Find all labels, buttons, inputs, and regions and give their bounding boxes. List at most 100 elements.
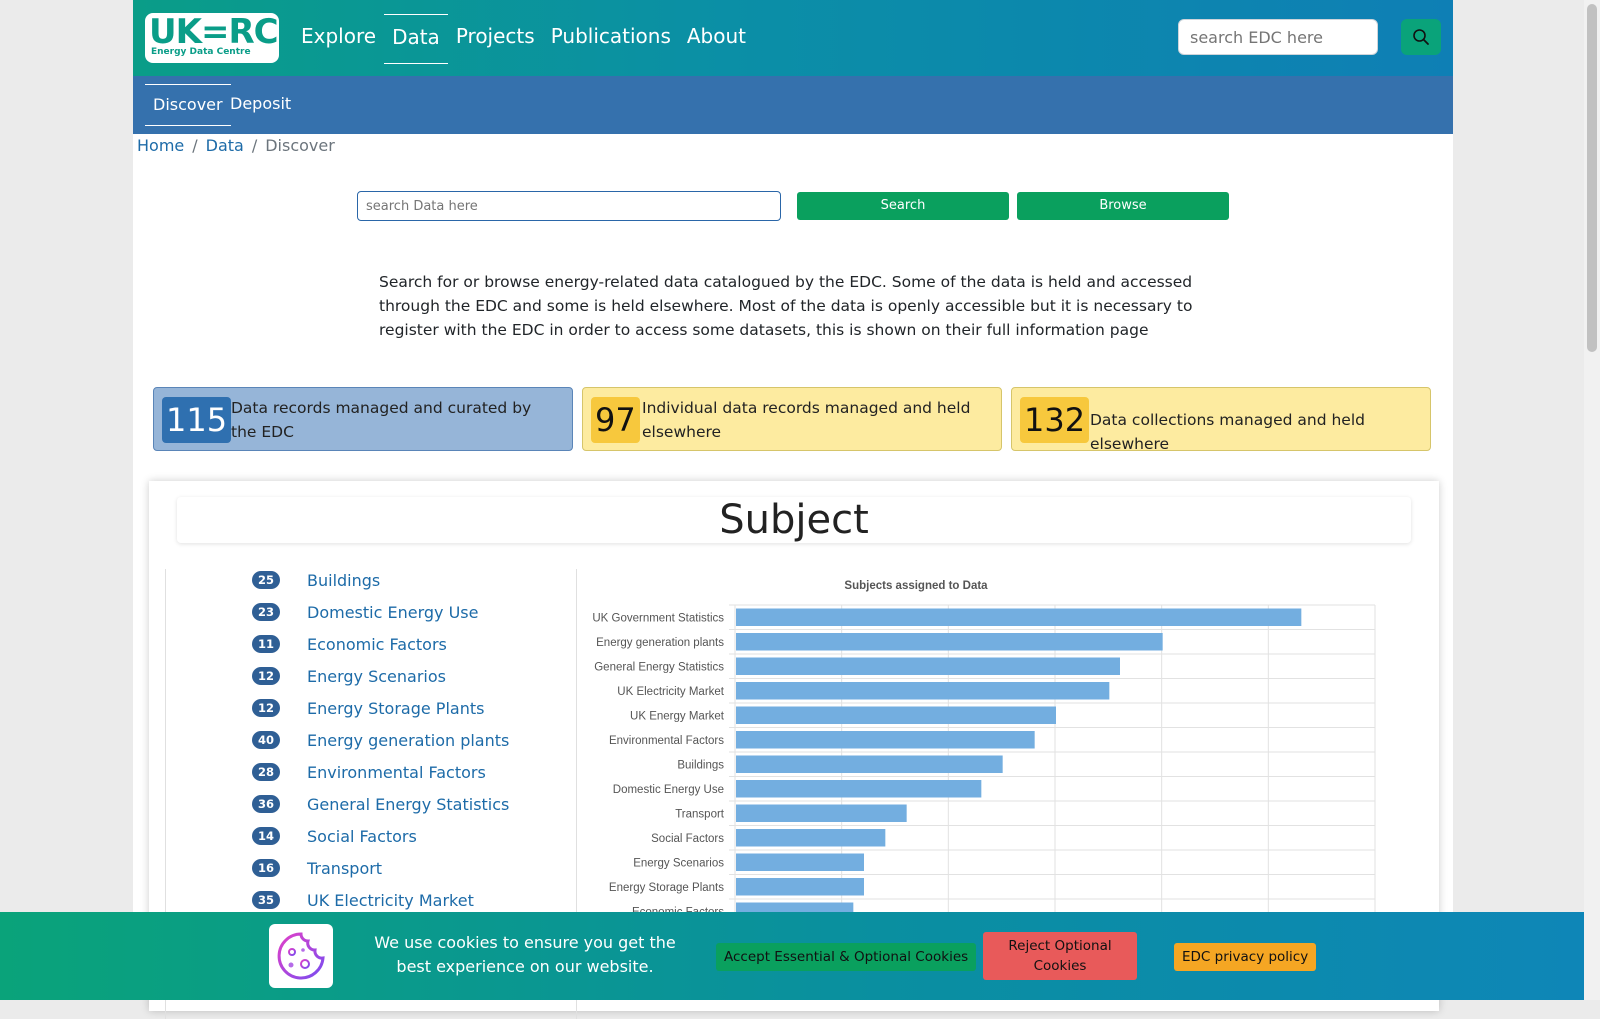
logo-text: UK=RC [149, 12, 279, 52]
main-nav: Explore Data Projects Publications About [293, 14, 754, 64]
nav-about[interactable]: About [679, 14, 754, 62]
logo-subtitle: Energy Data Centre [151, 47, 251, 57]
accept-cookies-button[interactable]: Accept Essential & Optional Cookies [716, 943, 977, 971]
breadcrumb-separator: / [251, 136, 258, 155]
subject-count-badge: 36 [252, 795, 280, 813]
subject-count-badge: 25 [252, 571, 280, 589]
subject-link[interactable]: Energy Scenarios [307, 667, 446, 686]
chart-bar[interactable] [736, 755, 1003, 774]
browse-button[interactable]: Browse [1017, 192, 1229, 220]
intro-text: Search for or browse energy-related data… [379, 273, 1193, 339]
stat-label: Data collections managed and held elsewh… [1090, 411, 1365, 453]
subnav-deposit[interactable]: Deposit [222, 84, 299, 124]
page-scrollbar[interactable] [1584, 0, 1600, 1000]
chart-category-label: Energy Scenarios [633, 857, 724, 869]
subject-link[interactable]: Environmental Factors [307, 763, 486, 782]
chart-title: Subjects assigned to Data [844, 580, 988, 592]
page: UK=RC Energy Data Centre Explore Data Pr… [133, 0, 1453, 1019]
stat-label: Individual data records managed and held… [642, 399, 971, 441]
site-search-input[interactable] [1178, 19, 1378, 55]
top-navbar: UK=RC Energy Data Centre Explore Data Pr… [133, 0, 1453, 76]
stat-card-external-records[interactable]: 97 Individual data records managed and h… [582, 387, 1002, 451]
subject-link[interactable]: Transport [307, 859, 382, 878]
chart-category-label: Environmental Factors [609, 735, 724, 747]
chart-bar[interactable] [736, 780, 982, 798]
search-icon [1413, 29, 1429, 45]
subject-list-item: 35 UK Electricity Market [166, 889, 576, 911]
cookie-icon [269, 924, 333, 988]
search-button[interactable]: Search [797, 192, 1009, 220]
cookie-graphic [277, 932, 325, 980]
subject-title: Subject [177, 497, 1411, 543]
subject-list-item: 16 Transport [166, 857, 576, 879]
breadcrumb: Home / Data / Discover [137, 136, 335, 155]
chart-category-label: Energy generation plants [596, 637, 724, 649]
chart-bar[interactable] [736, 633, 1163, 651]
chart-bar[interactable] [736, 853, 864, 872]
subject-list-item: 11 Economic Factors [166, 633, 576, 655]
subject-count-badge: 16 [252, 859, 280, 877]
chart-bar[interactable] [736, 878, 864, 896]
nav-data[interactable]: Data [384, 14, 448, 64]
subject-link[interactable]: Energy generation plants [307, 731, 509, 750]
chart-bar[interactable] [736, 682, 1110, 700]
chart-bar[interactable] [736, 804, 907, 823]
stat-count: 132 [1020, 397, 1090, 443]
chart-bar[interactable] [736, 829, 886, 847]
breadcrumb-separator: / [192, 136, 198, 155]
subject-count-badge: 11 [252, 635, 280, 653]
sub-navbar: Discover Deposit [133, 76, 1453, 134]
scrollbar-thumb[interactable] [1587, 4, 1597, 352]
chart-bar[interactable] [736, 608, 1302, 627]
subject-list-item: 14 Social Factors [166, 825, 576, 847]
subject-link[interactable]: Economic Factors [307, 635, 447, 654]
chart-category-label: General Energy Statistics [594, 661, 724, 673]
breadcrumb-current: Discover [265, 136, 335, 155]
chart-bar[interactable] [736, 706, 1056, 725]
data-search-input[interactable] [357, 191, 781, 221]
nav-explore[interactable]: Explore [293, 14, 384, 62]
cookie-message: We use cookies to ensure you get the bes… [374, 933, 676, 976]
subject-count-badge: 40 [252, 731, 280, 749]
chart-category-label: Social Factors [651, 833, 724, 845]
subject-list-item: 25 Buildings [166, 569, 576, 591]
nav-publications[interactable]: Publications [543, 14, 679, 62]
subject-count-badge: 14 [252, 827, 280, 845]
subject-list-item: 23 Domestic Energy Use [166, 601, 576, 623]
stat-card-edc-records[interactable]: 115 Data records managed and curated by … [153, 387, 573, 451]
stat-label: Data records managed and curated by the … [231, 399, 532, 441]
privacy-policy-button[interactable]: EDC privacy policy [1174, 943, 1317, 971]
chart-category-label: UK Energy Market [630, 710, 725, 722]
chart-category-label: Transport [675, 808, 725, 820]
subject-count-badge: 28 [252, 763, 280, 781]
cookie-banner: We use cookies to ensure you get the bes… [0, 912, 1600, 1000]
subject-link[interactable]: Energy Storage Plants [307, 699, 484, 718]
stat-count: 97 [591, 397, 640, 443]
reject-cookies-button[interactable]: Reject Optional Cookies [983, 932, 1137, 980]
site-search-button[interactable] [1401, 19, 1441, 55]
chart-bar[interactable] [736, 657, 1120, 676]
subject-count-badge: 12 [252, 699, 280, 717]
chart-category-label: UK Government Statistics [592, 612, 724, 624]
subject-link[interactable]: Social Factors [307, 827, 417, 846]
subject-list-item: 40 Energy generation plants [166, 729, 576, 751]
breadcrumb-data[interactable]: Data [206, 136, 244, 155]
subject-count-badge: 23 [252, 603, 280, 621]
chart-category-label: Buildings [677, 759, 724, 771]
chart-bar[interactable] [736, 731, 1035, 749]
subject-link[interactable]: UK Electricity Market [307, 891, 474, 910]
stat-count: 115 [162, 397, 232, 443]
breadcrumb-home[interactable]: Home [137, 136, 184, 155]
nav-projects[interactable]: Projects [448, 14, 543, 62]
subject-link[interactable]: Domestic Energy Use [307, 603, 478, 622]
subject-count-badge: 35 [252, 891, 280, 909]
ukerc-logo[interactable]: UK=RC Energy Data Centre [145, 13, 279, 63]
subject-link[interactable]: Buildings [307, 571, 380, 590]
subject-list-item: 12 Energy Scenarios [166, 665, 576, 687]
subnav-discover[interactable]: Discover [145, 84, 231, 126]
subject-count-badge: 12 [252, 667, 280, 685]
subject-link[interactable]: General Energy Statistics [307, 795, 509, 814]
chart-category-label: Domestic Energy Use [613, 784, 724, 796]
stat-card-external-collections[interactable]: 132 Data collections managed and held el… [1011, 387, 1431, 453]
subject-list-item: 12 Energy Storage Plants [166, 697, 576, 719]
